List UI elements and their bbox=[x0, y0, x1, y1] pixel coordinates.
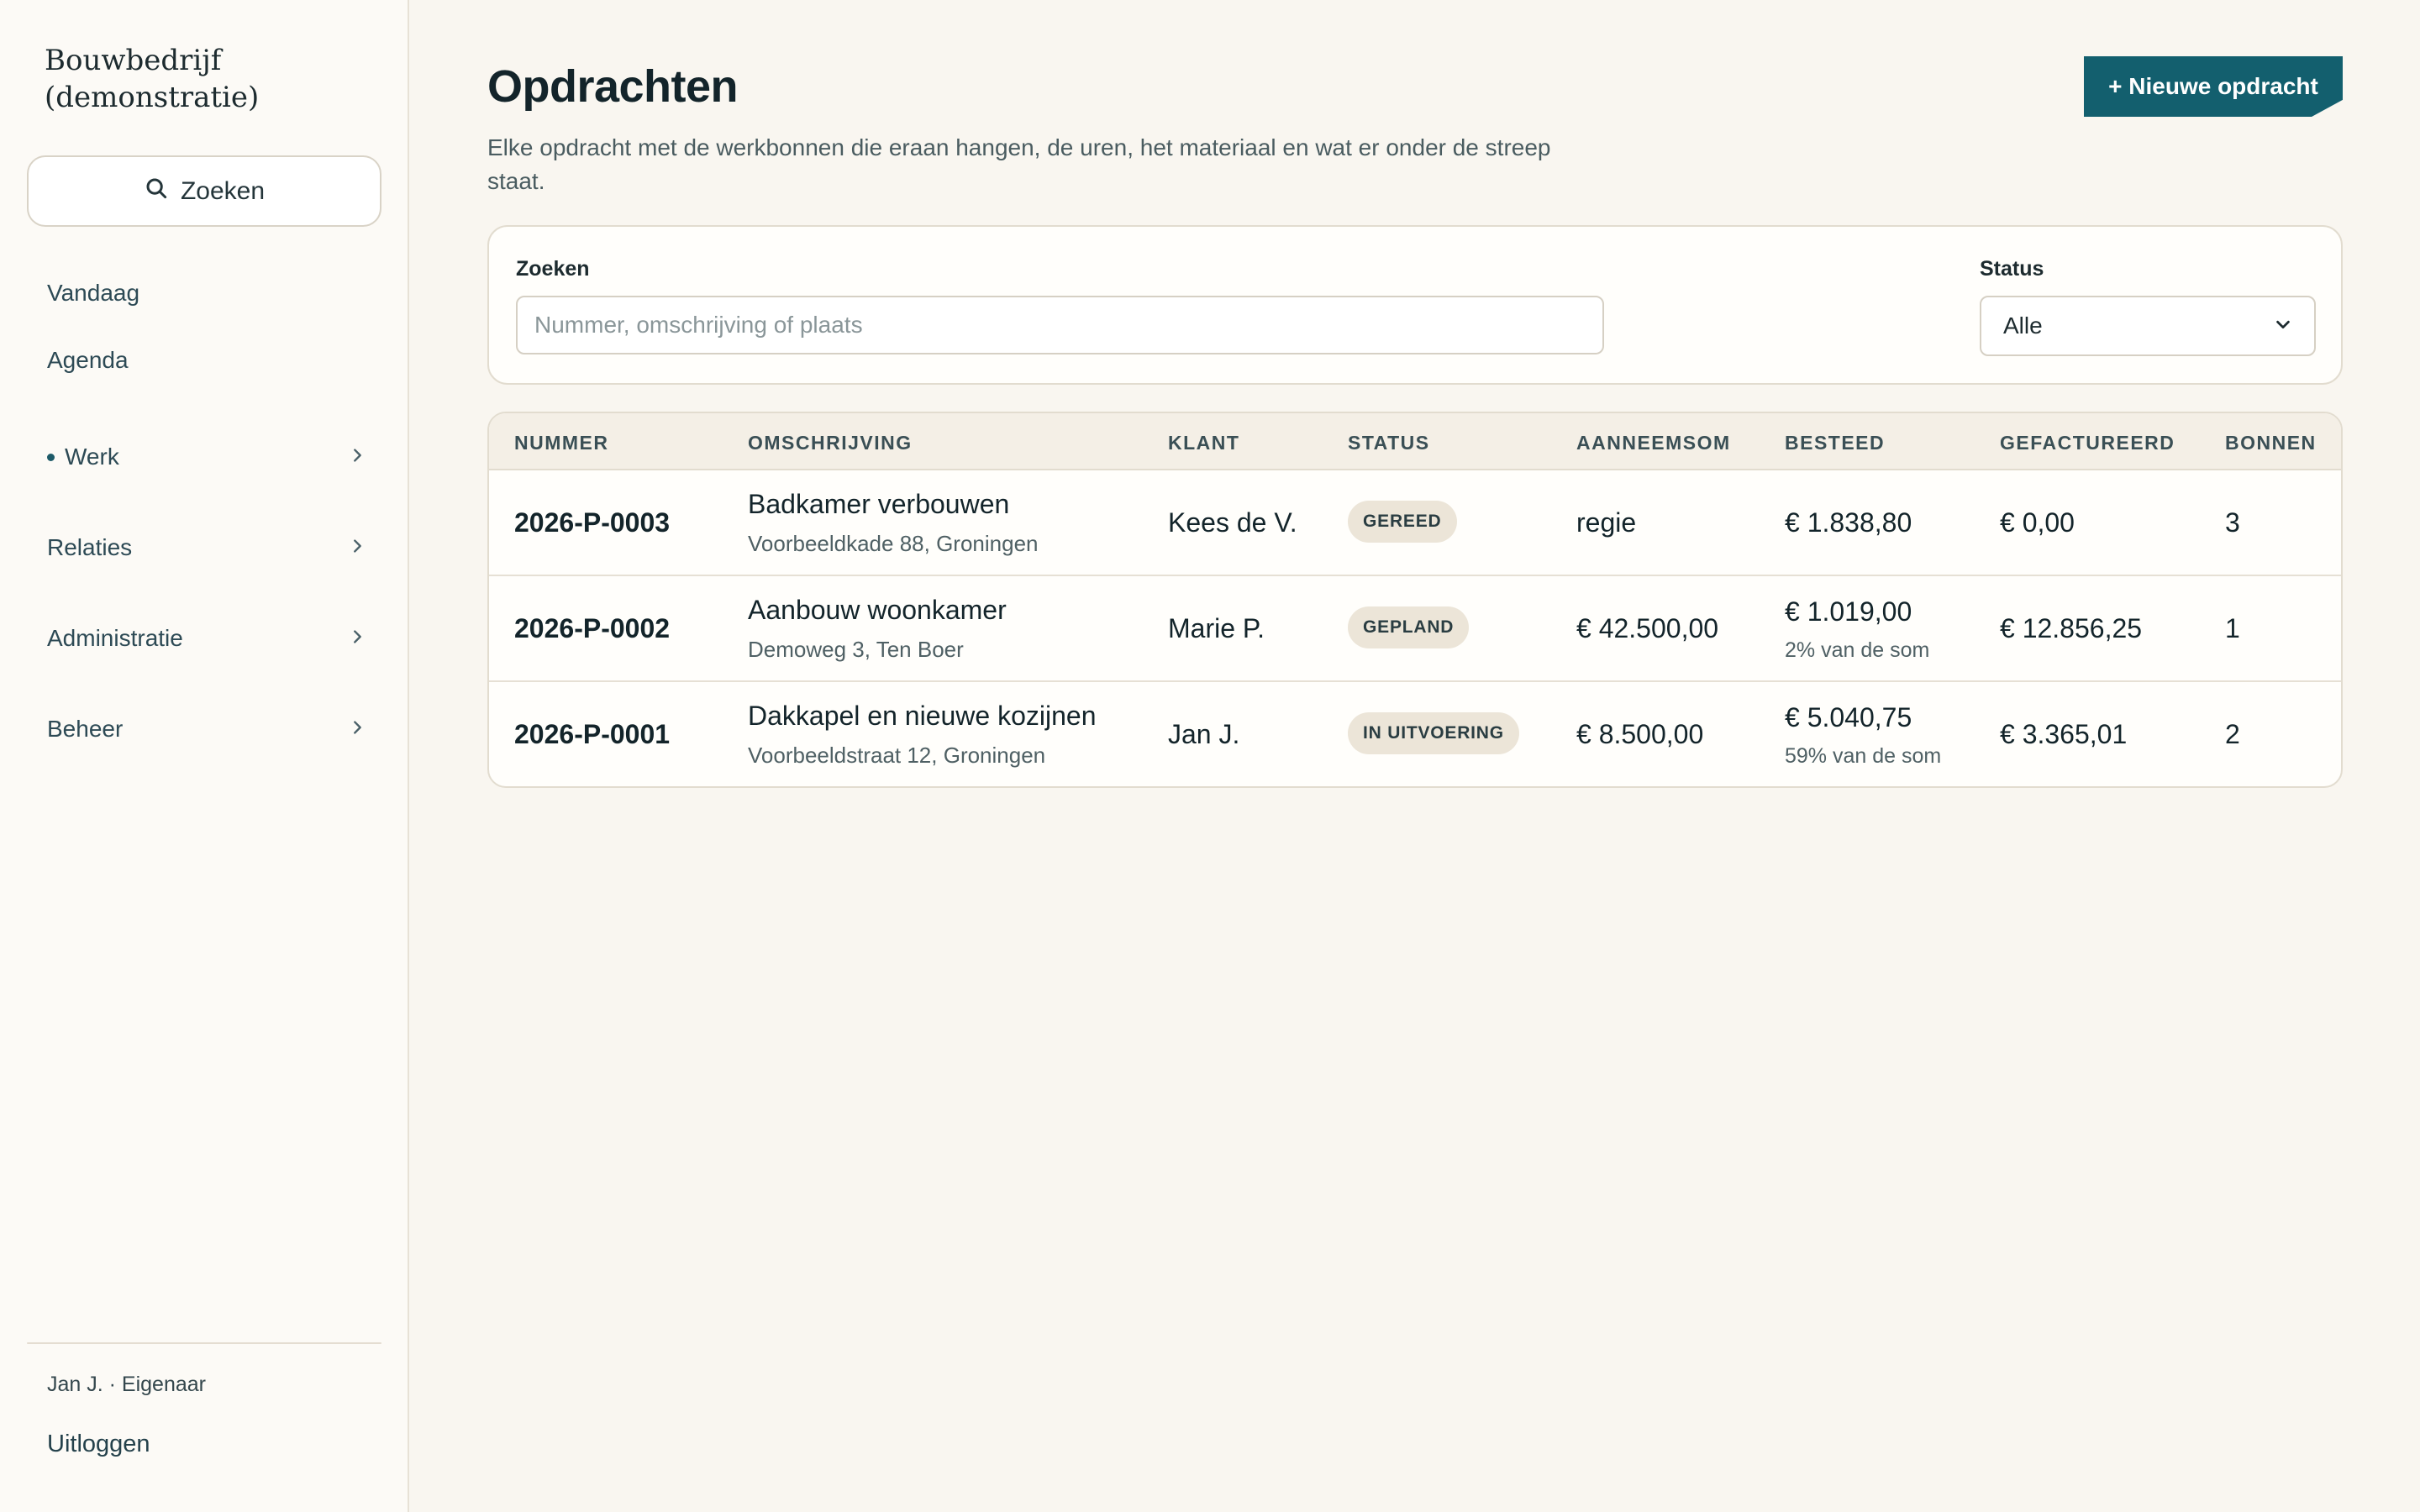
assignment-address: Voorbeeldstraat 12, Groningen bbox=[748, 743, 1046, 768]
sidebar-item-label: Agenda bbox=[47, 347, 129, 373]
brand-logo-text[interactable]: Bouwbedrijf (demonstratie) bbox=[45, 42, 364, 116]
assignment-description: Badkamer verbouwen bbox=[748, 489, 1010, 519]
assignment-address: Voorbeeldkade 88, Groningen bbox=[748, 531, 1039, 556]
chevron-right-icon bbox=[348, 534, 366, 561]
assignment-invoiced: € 12.856,25 bbox=[2000, 613, 2143, 643]
sidebar-item-label: Relaties bbox=[47, 534, 133, 560]
chevron-right-icon bbox=[348, 625, 366, 652]
sidebar-item-label: Vandaag bbox=[47, 280, 140, 306]
filter-panel: Zoeken Status Alle bbox=[487, 225, 2343, 385]
column-header-klant[interactable]: KLANT bbox=[1168, 432, 1239, 454]
page-title: Opdrachten bbox=[487, 61, 739, 112]
status-select-value: Alle bbox=[2003, 312, 2043, 339]
current-user: Jan J. · Eigenaar bbox=[47, 1373, 206, 1396]
assignment-invoiced: € 3.365,01 bbox=[2000, 719, 2128, 749]
assignment-number[interactable]: 2026-P-0003 bbox=[514, 507, 670, 538]
assignment-spent-percentage: 59% van de som bbox=[1785, 744, 1942, 768]
sidebar-item-werk[interactable]: Werk bbox=[47, 444, 366, 470]
assignment-description: Aanbouw woonkamer bbox=[748, 595, 1007, 625]
assignment-spent: € 1.019,00 bbox=[1785, 596, 1912, 627]
status-label: Status bbox=[1980, 257, 2044, 281]
search-input[interactable] bbox=[516, 296, 1604, 354]
assignment-invoiced: € 0,00 bbox=[2000, 507, 2075, 538]
table-row[interactable]: 2026-P-0003 Badkamer verbouwen Voorbeeld… bbox=[489, 470, 2341, 576]
page-description: Elke opdracht met de werkbonnen die eraa… bbox=[487, 134, 1551, 194]
column-header-aanneemsom[interactable]: AANNEEMSOM bbox=[1576, 432, 1731, 454]
assignment-spent: € 5.040,75 bbox=[1785, 702, 1912, 732]
sidebar-item-vandaag[interactable]: Vandaag bbox=[47, 280, 366, 307]
chevron-down-icon bbox=[2274, 312, 2292, 339]
assignment-spent: € 1.838,80 bbox=[1785, 507, 1912, 538]
sidebar-item-label: Werk bbox=[65, 444, 119, 470]
active-dot-icon bbox=[47, 453, 55, 461]
chevron-right-icon bbox=[348, 444, 366, 470]
column-header-nummer[interactable]: NUMMER bbox=[514, 432, 609, 454]
assignment-sum: € 8.500,00 bbox=[1576, 719, 1704, 749]
sidebar-item-administratie[interactable]: Administratie bbox=[47, 625, 366, 652]
sidebar-item-beheer[interactable]: Beheer bbox=[47, 716, 366, 743]
assignments-table: NUMMER OMSCHRIJVING KLANT STATUS AANNEEM… bbox=[487, 412, 2343, 788]
assignment-spent-percentage: 2% van de som bbox=[1785, 638, 1930, 662]
assignment-number[interactable]: 2026-P-0002 bbox=[514, 613, 670, 644]
assignment-address: Demoweg 3, Ten Boer bbox=[748, 637, 964, 662]
assignment-bonnen: 1 bbox=[2225, 613, 2240, 643]
sidebar-item-label: Administratie bbox=[47, 625, 183, 651]
sidebar-divider bbox=[27, 1342, 381, 1344]
logout-link[interactable]: Uitloggen bbox=[47, 1431, 150, 1458]
search-label: Zoeken bbox=[516, 257, 590, 281]
table-header: NUMMER OMSCHRIJVING KLANT STATUS AANNEEM… bbox=[489, 413, 2341, 470]
status-badge: GEPLAND bbox=[1348, 606, 1470, 648]
chevron-right-icon bbox=[348, 716, 366, 743]
assignment-client: Kees de V. bbox=[1168, 507, 1297, 538]
assignment-client: Marie P. bbox=[1168, 613, 1265, 643]
status-badge: IN UITVOERING bbox=[1348, 712, 1519, 754]
status-select[interactable]: Alle bbox=[1980, 296, 2316, 356]
brand-line-2: (demonstratie) bbox=[45, 81, 260, 114]
sidebar-search-button[interactable]: Zoeken bbox=[27, 155, 381, 227]
assignment-sum: € 42.500,00 bbox=[1576, 613, 1719, 643]
brand-line-1: Bouwbedrijf bbox=[45, 44, 222, 77]
assignment-bonnen: 3 bbox=[2225, 507, 2240, 538]
sidebar-item-label: Beheer bbox=[47, 716, 124, 742]
new-assignment-button[interactable]: + Nieuwe opdracht bbox=[2084, 56, 2343, 117]
column-header-status[interactable]: STATUS bbox=[1348, 432, 1430, 454]
column-header-bonnen[interactable]: BONNEN bbox=[2225, 432, 2317, 454]
search-icon bbox=[144, 176, 169, 207]
sidebar: Bouwbedrijf (demonstratie) Zoeken Vandaa… bbox=[0, 0, 409, 1512]
column-header-besteed[interactable]: BESTEED bbox=[1785, 432, 1885, 454]
sidebar-item-agenda[interactable]: Agenda bbox=[47, 347, 366, 374]
table-row[interactable]: 2026-P-0002 Aanbouw woonkamer Demoweg 3,… bbox=[489, 576, 2341, 682]
sidebar-search-label: Zoeken bbox=[180, 176, 266, 205]
status-badge: GEREED bbox=[1348, 501, 1457, 543]
table-row[interactable]: 2026-P-0001 Dakkapel en nieuwe kozijnen … bbox=[489, 682, 2341, 786]
assignment-description: Dakkapel en nieuwe kozijnen bbox=[748, 701, 1097, 731]
assignment-number[interactable]: 2026-P-0001 bbox=[514, 719, 670, 750]
sidebar-item-relaties[interactable]: Relaties bbox=[47, 534, 366, 561]
assignment-client: Jan J. bbox=[1168, 719, 1240, 749]
column-header-omschrijving[interactable]: OMSCHRIJVING bbox=[748, 432, 913, 454]
column-header-gefactureerd[interactable]: GEFACTUREERD bbox=[2000, 432, 2175, 454]
assignment-bonnen: 2 bbox=[2225, 719, 2240, 749]
assignment-sum: regie bbox=[1576, 507, 1637, 538]
